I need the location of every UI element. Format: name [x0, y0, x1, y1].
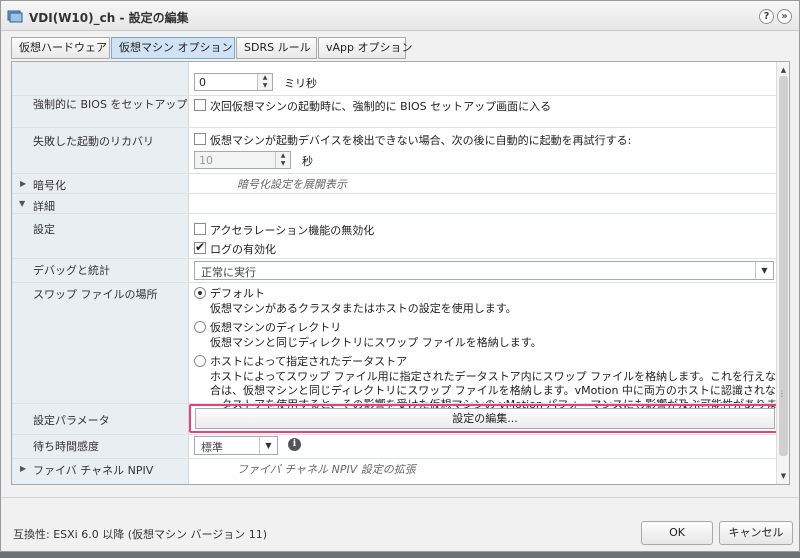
swap-vmdir-title: 仮想マシンのディレクトリ [210, 321, 342, 334]
encryption-hint: 暗号化設定を展開表示 [237, 178, 347, 191]
expand-arrow-icon[interactable]: ▶ [20, 464, 26, 473]
options-panel: 0 ▲ ▼ ミリ秒 強制的に BIOS をセットアップ 次回仮想マシンの起動時に、… [11, 61, 790, 485]
chevron-down-icon[interactable]: ▼ [755, 262, 773, 279]
failed-boot-label: 失敗した起動のリカバリ [33, 135, 154, 148]
spin-up-icon[interactable]: ▲ [276, 152, 290, 160]
resize-grip-icon[interactable]: ⋮ [778, 389, 786, 398]
force-bios-label: 強制的に BIOS をセットアップ [33, 98, 188, 111]
advanced-label[interactable]: 詳細 [33, 198, 55, 214]
tab-vapp-options[interactable]: vApp オプション [318, 37, 413, 59]
tab-sdrs-rules[interactable]: SDRS ルール [236, 37, 317, 59]
scroll-thumb[interactable] [779, 76, 788, 456]
swap-location-label: スワップ ファイルの場所 [33, 288, 158, 301]
failed-boot-checkbox[interactable] [194, 133, 206, 145]
swap-vmdir-radio[interactable] [194, 321, 206, 333]
swap-host-radio[interactable] [194, 355, 206, 367]
latency-sensitivity-label: 待ち時間感度 [33, 440, 99, 453]
disable-acceleration-text: アクセラレーション機能の無効化 [210, 224, 375, 237]
cancel-button[interactable]: キャンセル [719, 521, 793, 545]
swap-vmdir-desc: 仮想マシンと同じディレクトリにスワップ ファイルを格納します。 [210, 336, 542, 349]
compatibility-text: 互換性: ESXi 6.0 以降 (仮想マシン バージョン 11) [13, 528, 268, 541]
expand-icon[interactable]: » [777, 9, 792, 24]
latency-sensitivity-select[interactable]: 標準 ▼ [194, 436, 278, 455]
help-icon[interactable]: ? [759, 9, 774, 24]
edit-settings-dialog: VDI(W10)_ch - 設定の編集 ? » 仮想ハードウェア 仮想マシン オ… [0, 0, 800, 552]
spin-up-icon[interactable]: ▲ [258, 74, 272, 82]
encryption-label[interactable]: 暗号化 [33, 177, 66, 193]
disable-acceleration-checkbox[interactable] [194, 223, 206, 235]
vm-icon [7, 10, 23, 23]
force-bios-text: 次回仮想マシンの起動時に、強制的に BIOS セットアップ画面に入る [210, 100, 552, 113]
chevron-down-icon[interactable]: ▼ [259, 437, 277, 454]
enable-logging-checkbox[interactable] [194, 240, 206, 254]
background-window-strip [0, 552, 800, 558]
swap-default-radio[interactable] [194, 287, 206, 299]
vertical-scrollbar[interactable]: ▲ ▼ [776, 62, 789, 484]
debug-stats-select[interactable]: 正常に実行 ▼ [194, 261, 774, 280]
scroll-up-icon[interactable]: ▲ [777, 64, 789, 76]
debug-stats-label: デバッグと統計 [33, 264, 110, 277]
enable-logging-text: ログの有効化 [210, 243, 276, 256]
title-bar: VDI(W10)_ch - 設定の編集 ? » [1, 1, 799, 31]
tab-virtual-hardware[interactable]: 仮想ハードウェア [11, 37, 110, 59]
ok-button[interactable]: OK [641, 521, 713, 545]
advanced-settings-label: 設定 [33, 223, 55, 236]
collapse-arrow-icon[interactable]: ▼ [19, 199, 25, 208]
scroll-down-icon[interactable]: ▼ [777, 470, 789, 482]
config-params-label: 設定パラメータ [33, 414, 110, 427]
info-icon[interactable]: i [288, 438, 301, 451]
swap-default-title: デフォルト [210, 287, 265, 300]
retry-delay-unit: 秒 [302, 155, 313, 168]
fibre-channel-label[interactable]: ファイバ チャネル NPIV [33, 462, 153, 478]
boot-delay-unit: ミリ秒 [284, 77, 317, 90]
highlight-box [189, 404, 786, 433]
swap-host-title: ホストによって指定されたデータストア [210, 355, 408, 368]
spin-down-icon[interactable]: ▼ [258, 82, 272, 90]
dialog-title: VDI(W10)_ch - 設定の編集 [29, 11, 189, 25]
failed-boot-text: 仮想マシンが起動デバイスを検出できない場合、次の後に自動的に起動を再試行する: [210, 134, 632, 147]
tab-vm-options[interactable]: 仮想マシン オプション [111, 37, 235, 59]
boot-delay-stepper[interactable]: 0 ▲ ▼ [194, 73, 273, 91]
swap-default-desc: 仮想マシンがあるクラスタまたはホストの設定を使用します。 [210, 302, 517, 315]
force-bios-checkbox[interactable] [194, 99, 206, 111]
fibre-channel-hint: ファイバ チャネル NPIV 設定の拡張 [237, 463, 416, 476]
expand-arrow-icon[interactable]: ▶ [20, 179, 26, 188]
spin-down-icon[interactable]: ▼ [276, 160, 290, 168]
retry-delay-stepper[interactable]: 10 ▲ ▼ [194, 151, 291, 169]
